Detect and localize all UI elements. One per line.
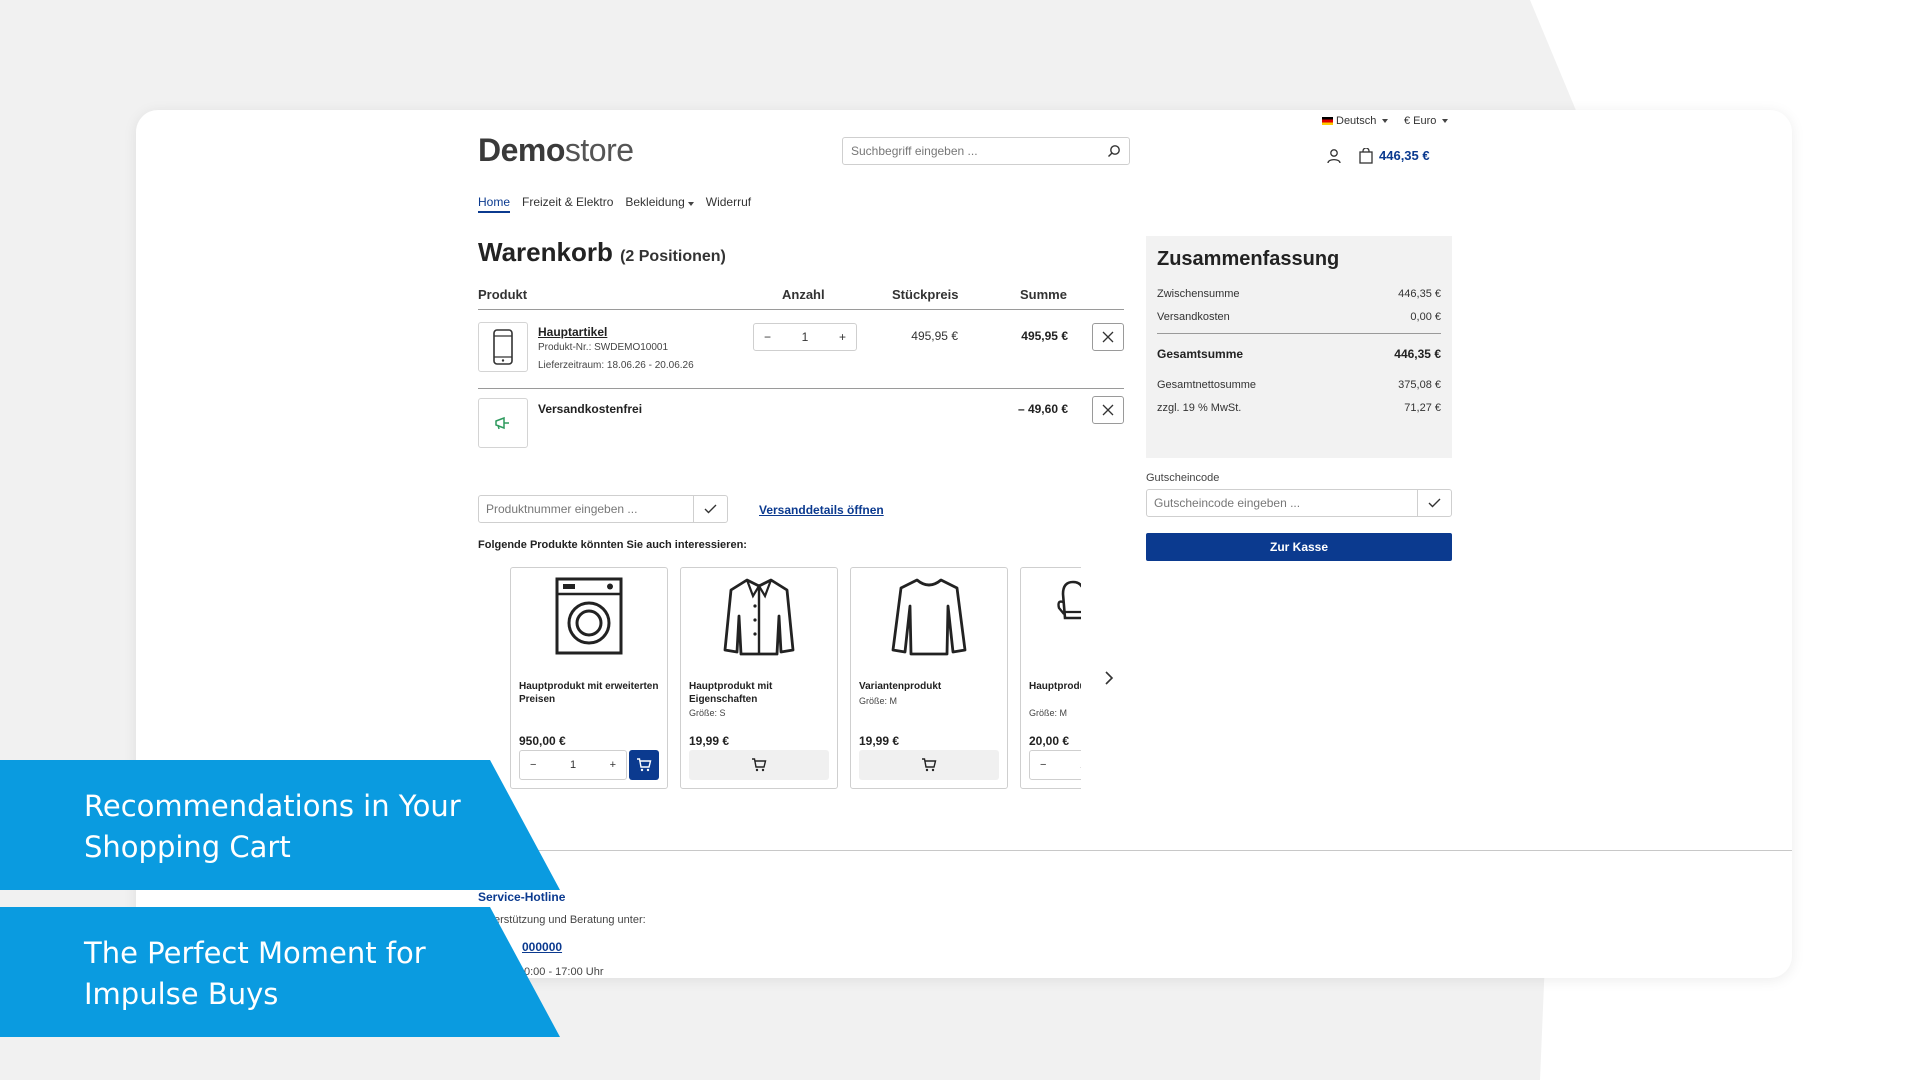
currency-selector[interactable]: € Euro bbox=[1404, 115, 1449, 127]
net-total-row: Gesamtnettosumme 375,08 € bbox=[1157, 379, 1441, 391]
unit-price: 495,95 € bbox=[911, 329, 958, 343]
minus-icon[interactable]: − bbox=[1040, 759, 1046, 771]
smartphone-icon bbox=[493, 329, 513, 365]
product-card[interactable]: Variantenprodukt Größe: M 19,99 € bbox=[850, 567, 1008, 789]
checkmark-icon bbox=[704, 504, 717, 514]
mitten-icon bbox=[1057, 580, 1081, 620]
product-variant: Größe: M bbox=[859, 696, 898, 706]
product-name[interactable]: Variantenprodukt bbox=[859, 680, 999, 693]
sweater-icon bbox=[891, 578, 967, 656]
add-to-cart-button[interactable] bbox=[629, 750, 659, 780]
caret-down-icon bbox=[687, 202, 694, 206]
grand-total-row: Gesamtsumme 446,35 € bbox=[1157, 347, 1441, 361]
banner-recommendations bbox=[0, 760, 560, 890]
product-name[interactable]: Hauptprodu versandkost bbox=[1029, 680, 1081, 693]
divider bbox=[478, 388, 1124, 389]
product-name[interactable]: Hauptprodukt mit erweiterten Preisen bbox=[519, 680, 659, 706]
quantity-stepper[interactable]: − 1 + bbox=[1029, 750, 1081, 780]
service-hotline-title: Service-Hotline bbox=[478, 890, 566, 904]
cart-total-amount[interactable]: 446,35 € bbox=[1379, 148, 1430, 163]
main-navigation: Home Freizeit & Elektro Bekleidung Wider… bbox=[478, 195, 751, 213]
column-header-product: Produkt bbox=[478, 287, 528, 302]
remove-item-button[interactable] bbox=[1092, 323, 1124, 351]
recommendations-slider: Hauptprodukt mit erweiterten Preisen 950… bbox=[506, 565, 1081, 805]
column-header-total: Summe bbox=[1020, 287, 1067, 302]
add-to-cart-button[interactable] bbox=[689, 750, 829, 780]
nav-item-home[interactable]: Home bbox=[478, 195, 511, 213]
product-name[interactable]: Hauptprodukt mit Eigenschaften bbox=[689, 680, 829, 706]
megaphone-icon bbox=[495, 416, 509, 430]
apply-voucher-button[interactable] bbox=[1417, 490, 1451, 516]
jacket-icon bbox=[723, 578, 795, 656]
shipping-row: Versandkosten 0,00 € bbox=[1157, 311, 1441, 323]
checkout-button[interactable]: Zur Kasse bbox=[1146, 533, 1452, 561]
vat-row: zzgl. 19 % MwSt. 71,27 € bbox=[1157, 402, 1441, 414]
german-flag-icon bbox=[1322, 117, 1333, 125]
promotion-thumbnail bbox=[478, 398, 528, 448]
promotion-name: Versandkostenfrei bbox=[538, 402, 643, 416]
product-number-input[interactable]: Produktnummer eingeben ... bbox=[478, 495, 728, 523]
caret-down-icon bbox=[1382, 119, 1389, 123]
quantity-stepper[interactable]: − 1 + bbox=[753, 323, 857, 351]
account-icon[interactable] bbox=[1326, 148, 1342, 164]
product-variant: Größe: S bbox=[689, 708, 726, 718]
nav-item-widerruf[interactable]: Widerruf bbox=[706, 195, 751, 213]
product-card[interactable]: Hauptprodukt mit erweiterten Preisen 950… bbox=[510, 567, 668, 789]
language-selector[interactable]: Deutsch bbox=[1322, 115, 1389, 127]
discount-total: – 49,60 € bbox=[1017, 402, 1068, 416]
cart-icon bbox=[752, 758, 767, 772]
product-price: 19,99 € bbox=[689, 734, 730, 748]
search-icon[interactable] bbox=[1107, 144, 1121, 158]
store-logo[interactable]: Demostore bbox=[478, 132, 634, 169]
remove-promotion-button[interactable] bbox=[1092, 396, 1124, 424]
divider bbox=[478, 309, 1124, 310]
product-variant: Größe: M bbox=[1029, 708, 1068, 718]
subtotal-row: Zwischensumme 446,35 € bbox=[1157, 288, 1441, 300]
product-card[interactable]: Hauptprodukt mit Eigenschaften Größe: S … bbox=[680, 567, 838, 789]
column-header-quantity: Anzahl bbox=[782, 287, 825, 302]
add-to-cart-button[interactable] bbox=[859, 750, 999, 780]
order-summary: Zusammenfassung Zwischensumme 446,35 € Ve… bbox=[1146, 236, 1452, 458]
caret-down-icon bbox=[1442, 119, 1449, 123]
checkmark-icon bbox=[1428, 498, 1441, 508]
washing-machine-icon bbox=[555, 577, 623, 655]
product-name-link[interactable]: Hauptartikel bbox=[538, 325, 607, 339]
nav-item-bekleidung[interactable]: Bekleidung bbox=[625, 195, 694, 213]
delivery-time: Lieferzeitraum: 18.06.26 - 20.06.26 bbox=[538, 360, 694, 371]
summary-title: Zusammenfassung bbox=[1157, 248, 1340, 270]
line-total: 495,95 € bbox=[1021, 329, 1068, 343]
submit-product-number-button[interactable] bbox=[693, 496, 727, 522]
nav-item-freizeit-elektro[interactable]: Freizeit & Elektro bbox=[522, 195, 613, 213]
product-number: Produkt-Nr.: SWDEMO10001 bbox=[538, 342, 669, 353]
page-title: Warenkorb (2 Positionen) bbox=[478, 237, 726, 267]
plus-icon[interactable]: + bbox=[610, 759, 616, 771]
column-header-unit-price: Stückpreis bbox=[892, 287, 959, 302]
item-count: (2 Positionen) bbox=[620, 248, 726, 265]
voucher-input[interactable]: Gutscheincode eingeben ... bbox=[1146, 489, 1452, 517]
chevron-right-icon[interactable] bbox=[1104, 670, 1114, 686]
close-icon bbox=[1102, 404, 1114, 416]
recommendations-title: Folgende Produkte könnten Sie auch inter… bbox=[478, 539, 747, 551]
plus-icon[interactable]: + bbox=[839, 330, 846, 344]
voucher-label: Gutscheincode bbox=[1146, 472, 1220, 484]
banner-impulse-buys bbox=[0, 907, 560, 1037]
product-price: 950,00 € bbox=[519, 734, 566, 748]
cart-icon bbox=[922, 758, 937, 772]
shopping-bag-icon[interactable] bbox=[1358, 148, 1374, 164]
product-price: 19,99 € bbox=[859, 734, 900, 748]
search-input[interactable]: Suchbegriff eingeben ... bbox=[842, 137, 1130, 165]
product-card[interactable]: Hauptprodu versandkost Größe: M 20,00 € … bbox=[1020, 567, 1081, 789]
close-icon bbox=[1102, 331, 1114, 343]
product-price: 20,00 € bbox=[1029, 734, 1070, 748]
shipping-details-link[interactable]: Versanddetails öffnen bbox=[759, 503, 884, 517]
divider bbox=[1157, 333, 1441, 334]
product-thumbnail[interactable] bbox=[478, 322, 528, 372]
cart-icon bbox=[637, 758, 652, 772]
minus-icon[interactable]: − bbox=[764, 330, 771, 344]
